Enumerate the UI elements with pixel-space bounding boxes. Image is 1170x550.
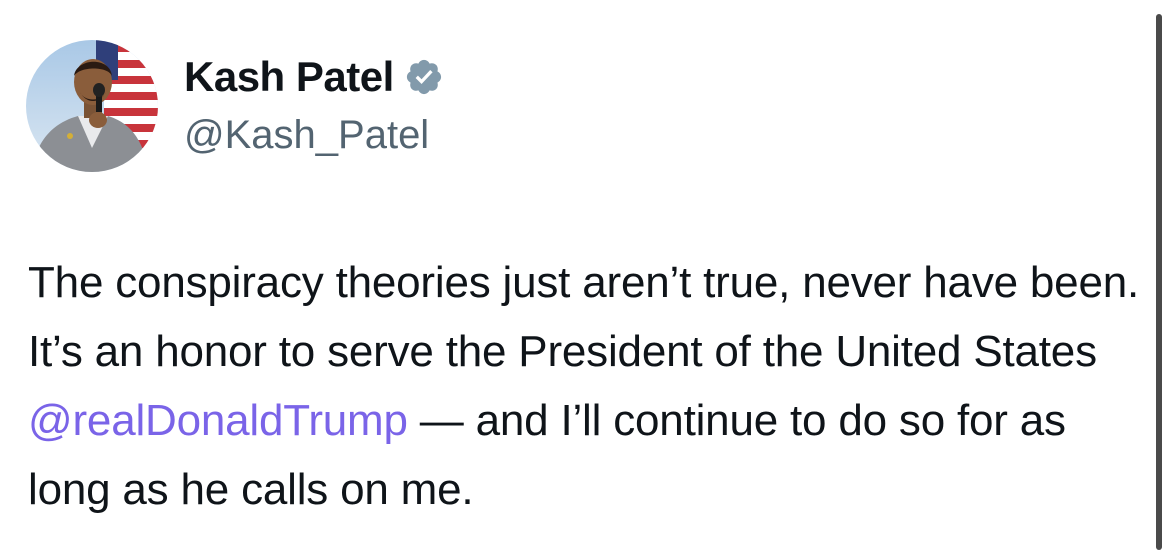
display-name-row: Kash Patel	[184, 52, 444, 102]
tweet-screenshot: Kash Patel @Kash_Patel The conspiracy th…	[0, 0, 1170, 550]
tweet-body: The conspiracy theories just aren’t true…	[28, 248, 1143, 524]
profile-avatar[interactable]	[26, 40, 158, 172]
mention-link[interactable]: @realDonaldTrump	[28, 396, 408, 445]
tweet-text-part-1: The conspiracy theories just aren’t true…	[28, 258, 1140, 376]
verified-badge-icon	[404, 57, 444, 97]
author-names: Kash Patel @Kash_Patel	[184, 52, 444, 160]
display-name[interactable]: Kash Patel	[184, 52, 394, 102]
tweet-header: Kash Patel @Kash_Patel	[26, 40, 444, 172]
author-handle[interactable]: @Kash_Patel	[184, 110, 444, 160]
scrollbar[interactable]	[1156, 14, 1162, 550]
